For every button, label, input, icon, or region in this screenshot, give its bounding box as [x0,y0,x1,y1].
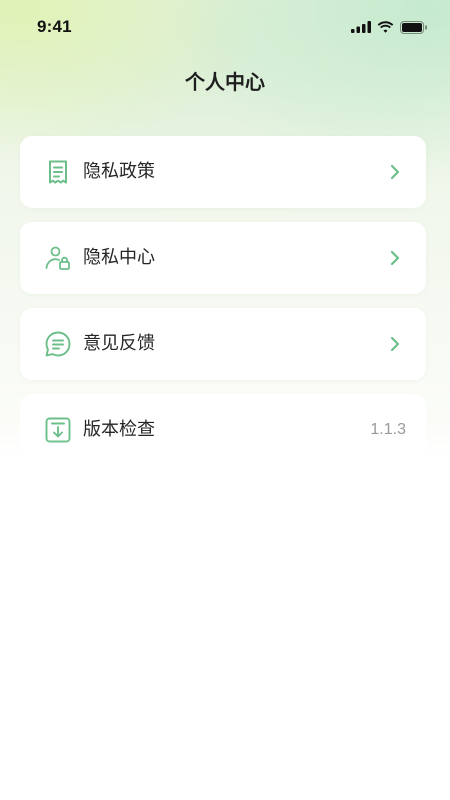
menu-item-feedback[interactable]: 意见反馈 [20,308,426,380]
menu-item-label: 隐私政策 [83,161,155,182]
chevron-right-icon [390,164,400,180]
menu-item-privacy-center[interactable]: 隐私中心 [20,222,426,294]
chat-bubble-icon [45,331,71,357]
status-icons [351,19,428,35]
wifi-icon [377,21,394,33]
menu-item-privacy-policy[interactable]: 隐私政策 [20,136,426,208]
user-lock-icon [45,246,70,270]
status-bar: 9:41 [0,0,450,54]
version-number: 1.1.3 [370,421,406,438]
cellular-signal-icon [351,21,371,33]
page-title: 个人中心 [185,70,265,94]
list-fade-overlay [0,440,450,470]
menu-item-label: 版本检查 [83,419,155,440]
battery-icon [400,20,427,34]
menu-item-label: 隐私中心 [83,247,155,268]
chevron-right-icon [390,336,400,352]
menu-item-label: 意见反馈 [83,333,155,354]
receipt-document-icon [49,160,67,184]
chevron-right-icon [390,250,400,266]
status-time: 9:41 [37,17,72,36]
